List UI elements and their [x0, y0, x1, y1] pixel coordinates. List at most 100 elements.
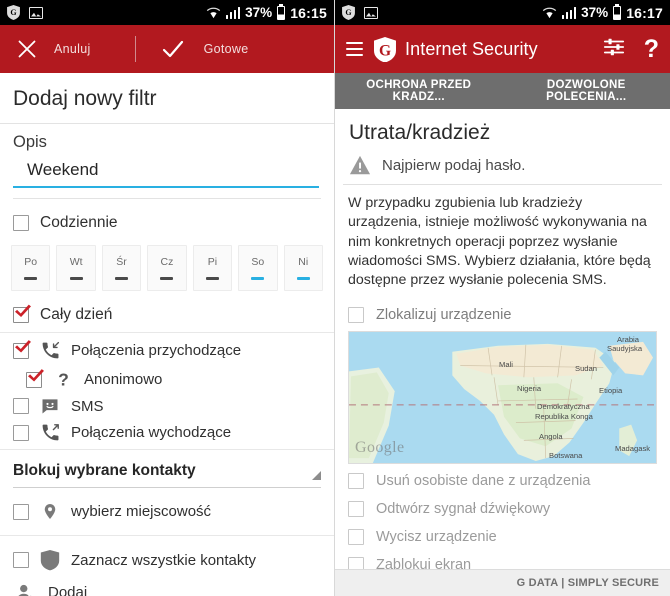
- right-screen: G 37% 16:17 G Internet Security ? OCHRON…: [335, 0, 670, 596]
- done-label: Gotowe: [203, 42, 249, 56]
- sms-checkbox[interactable]: [13, 398, 29, 414]
- page-title: Dodaj nowy filtr: [0, 73, 334, 124]
- description-input[interactable]: Weekend: [13, 158, 319, 188]
- select-all-contacts-row[interactable]: Zaznacz wszystkie kontakty: [0, 536, 334, 579]
- day-chip-cz[interactable]: Cz: [147, 245, 187, 291]
- mute-device-row[interactable]: Wycisz urządzenie: [335, 523, 670, 551]
- outgoing-call-icon: [38, 422, 62, 443]
- day-label: Po: [24, 256, 38, 268]
- filter-row-anonymous[interactable]: ? Anonimowo: [0, 366, 334, 393]
- day-chip-so[interactable]: So: [238, 245, 278, 291]
- mute-device-checkbox[interactable]: [348, 528, 364, 545]
- status-bar-notifications: G: [7, 5, 43, 20]
- app-bar: G Internet Security ?: [335, 25, 670, 73]
- locate-device-label: Zlokalizuj urządzenie: [376, 306, 512, 323]
- cancel-button[interactable]: Anuluj: [0, 25, 91, 73]
- play-sound-row[interactable]: Odtwórz sygnał dźwiękowy: [335, 495, 670, 523]
- status-bar-system: 37% 16:15: [206, 5, 327, 21]
- contacts-mode-value: Blokuj wybrane kontakty: [13, 462, 196, 479]
- battery-icon: [277, 5, 286, 20]
- left-status-bar: G 37% 16:15: [0, 0, 334, 25]
- locate-device-checkbox[interactable]: [348, 306, 364, 323]
- day-chip-ni[interactable]: Ni: [283, 245, 323, 291]
- anonymous-label: Anonimowo: [84, 371, 163, 388]
- warning-icon: [349, 155, 371, 175]
- description-label: Opis: [13, 133, 47, 151]
- filter-row-incoming[interactable]: Połączenia przychodzące: [0, 333, 334, 366]
- all-day-checkbox[interactable]: [13, 307, 29, 323]
- map-label: Angola: [539, 431, 563, 441]
- filter-row-sms[interactable]: SMS: [0, 393, 334, 419]
- map-label: Saudyjska: [607, 343, 643, 353]
- daily-label: Codziennie: [40, 214, 118, 231]
- day-indicator: [115, 277, 129, 280]
- shield-icon: G: [7, 5, 20, 20]
- outgoing-calls-checkbox[interactable]: [13, 424, 29, 441]
- location-checkbox[interactable]: [13, 503, 29, 520]
- tab-anti-theft[interactable]: OCHRONA PRZED KRADZ...: [335, 73, 503, 109]
- map-label: Etiopia: [599, 385, 623, 395]
- add-label: Dodaj: [48, 584, 88, 596]
- description-paragraph: W przypadku zgubienia lub kradzieży urzą…: [348, 195, 651, 289]
- location-row[interactable]: wybierz miejscowość: [0, 488, 334, 535]
- filter-row-outgoing[interactable]: Połączenia wychodzące: [0, 419, 334, 449]
- description-section: Opis Weekend: [0, 124, 334, 205]
- map-preview[interactable]: Arabia Saudyjska Mali Sudan Nigeria Etio…: [348, 330, 657, 464]
- outgoing-calls-label: Połączenia wychodzące: [71, 424, 232, 441]
- map-label: Mali: [499, 359, 513, 369]
- map-label: Arabia: [617, 334, 639, 344]
- left-action-bar: Anuluj Gotowe: [0, 25, 334, 73]
- day-indicator: [205, 277, 219, 280]
- day-label: Cz: [160, 256, 174, 268]
- day-chip-wt[interactable]: Wt: [56, 245, 96, 291]
- svg-text:G: G: [10, 8, 17, 17]
- status-bar-system: 37% 16:17: [542, 5, 663, 21]
- location-label: wybierz miejscowość: [71, 503, 212, 520]
- sms-icon: [38, 396, 62, 416]
- anonymous-checkbox[interactable]: [26, 371, 42, 388]
- add-contact-row[interactable]: Dodaj: [0, 579, 334, 596]
- done-button[interactable]: Gotowe: [142, 25, 249, 73]
- day-selector: Po Wt Śr Cz Pi So Ni: [0, 241, 334, 302]
- hamburger-icon[interactable]: [346, 41, 363, 57]
- day-chip-pi[interactable]: Pi: [192, 245, 233, 291]
- close-icon: [0, 39, 54, 59]
- locate-device-row[interactable]: Zlokalizuj urządzenie: [335, 301, 670, 329]
- day-chip-po[interactable]: Po: [11, 245, 51, 291]
- daily-checkbox-row[interactable]: Codziennie: [0, 205, 334, 241]
- tune-icon[interactable]: [603, 36, 625, 63]
- wipe-data-checkbox[interactable]: [348, 472, 364, 489]
- day-indicator: [296, 276, 310, 281]
- day-chip-sr[interactable]: Śr: [101, 245, 142, 291]
- map-label: Madagask: [615, 443, 651, 453]
- daily-checkbox[interactable]: [13, 215, 29, 231]
- gallery-icon: [29, 6, 43, 19]
- right-status-bar: G 37% 16:17: [335, 0, 670, 25]
- all-day-label: Cały dzień: [40, 306, 113, 323]
- app-title: Internet Security: [405, 38, 538, 59]
- check-icon: [142, 37, 204, 61]
- google-watermark: Google: [355, 438, 405, 456]
- gdata-shield-icon: G: [374, 36, 396, 63]
- warning-text: Najpierw podaj hasło.: [382, 156, 526, 174]
- wipe-data-row[interactable]: Usuń osobiste dane z urządzenia: [335, 467, 670, 495]
- clock: 16:15: [290, 4, 327, 21]
- tab-allowed-commands[interactable]: DOZWOLONE POLECENIA...: [503, 73, 670, 109]
- divider: [0, 449, 334, 450]
- play-sound-checkbox[interactable]: [348, 500, 364, 517]
- select-all-checkbox[interactable]: [13, 552, 29, 568]
- shield-icon: G: [342, 5, 355, 20]
- app-bar-actions: ?: [603, 36, 659, 63]
- map-label: Demokratyczna: [537, 401, 590, 411]
- clock: 16:17: [626, 4, 663, 21]
- help-icon[interactable]: ?: [644, 36, 659, 62]
- wifi-icon: [206, 6, 221, 19]
- battery-icon: [613, 5, 622, 20]
- action-divider: [134, 36, 136, 62]
- map-label: Nigeria: [517, 383, 542, 393]
- incoming-calls-checkbox[interactable]: [13, 342, 29, 359]
- all-day-row[interactable]: Cały dzień: [0, 302, 334, 332]
- day-label: So: [251, 255, 265, 268]
- signal-icon: [561, 6, 577, 19]
- contacts-mode-dropdown[interactable]: Blokuj wybrane kontakty: [13, 456, 321, 488]
